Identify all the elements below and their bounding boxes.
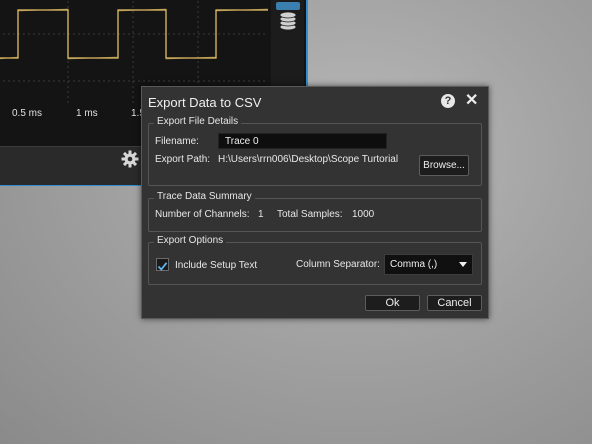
filename-input[interactable] bbox=[218, 133, 387, 149]
ok-button[interactable]: Ok bbox=[365, 295, 420, 311]
group-title: Export Options bbox=[154, 235, 227, 246]
filename-label: Filename: bbox=[155, 136, 199, 147]
trace-data-summary-group: Trace Data Summary Number of Channels: 1… bbox=[148, 191, 482, 232]
close-icon[interactable]: ✕ bbox=[465, 92, 478, 110]
browse-button[interactable]: Browse... bbox=[419, 155, 469, 176]
export-path-label: Export Path: bbox=[155, 154, 211, 165]
time-tick: 1 ms bbox=[76, 108, 98, 119]
export-options-group: Export Options Include Setup Text Column… bbox=[148, 235, 482, 285]
export-file-details-group: Export File Details Filename: Export Pat… bbox=[148, 116, 482, 186]
samples-label: Total Samples: bbox=[277, 209, 343, 220]
group-title: Trace Data Summary bbox=[154, 191, 255, 202]
layers-icon[interactable] bbox=[278, 10, 298, 37]
export-path-value: H:\Users\rrn006\Desktop\Scope Turtorial bbox=[218, 154, 399, 165]
separator-value: Comma (,) bbox=[390, 259, 438, 270]
side-toolbar-button[interactable] bbox=[276, 2, 300, 10]
channels-label: Number of Channels: bbox=[155, 209, 250, 220]
cancel-button[interactable]: Cancel bbox=[427, 295, 482, 311]
group-title: Export File Details bbox=[154, 116, 242, 127]
time-tick: 0.5 ms bbox=[12, 108, 43, 119]
export-csv-dialog: Export Data to CSV ? ✕ Export File Detai… bbox=[141, 86, 489, 319]
check-icon bbox=[157, 262, 168, 271]
channels-value: 1 bbox=[258, 209, 264, 220]
help-icon[interactable]: ? bbox=[441, 94, 455, 108]
column-separator-select[interactable]: Comma (,) bbox=[384, 254, 473, 275]
separator-label: Column Separator: bbox=[296, 259, 380, 270]
include-setup-label: Include Setup Text bbox=[175, 260, 258, 271]
include-setup-checkbox[interactable] bbox=[156, 258, 169, 271]
dialog-title: Export Data to CSV bbox=[148, 95, 262, 110]
samples-value: 1000 bbox=[352, 209, 375, 220]
chevron-down-icon bbox=[459, 262, 467, 267]
gear-icon[interactable] bbox=[121, 150, 139, 173]
